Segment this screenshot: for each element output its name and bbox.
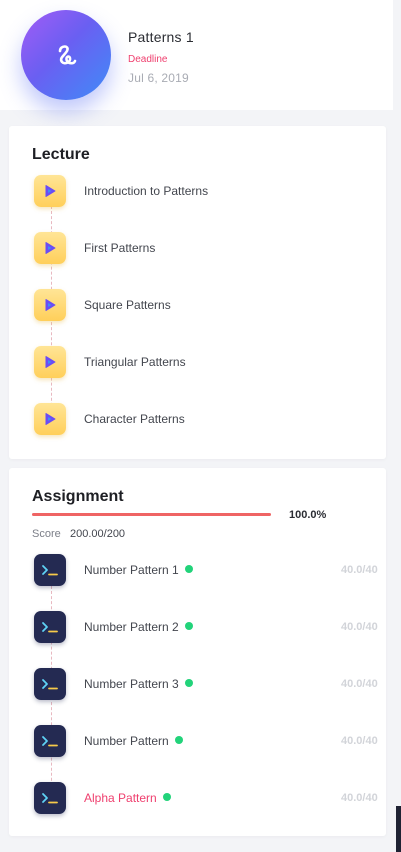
assignment-item[interactable]: Number Pattern 3 bbox=[84, 677, 193, 691]
completed-status-dot bbox=[174, 736, 183, 744]
assignment-item[interactable]: Number Pattern bbox=[84, 734, 183, 748]
course-title: Patterns 1 bbox=[128, 29, 194, 45]
deadline-label: Deadline bbox=[128, 54, 168, 65]
assignment-item-label: Number Pattern bbox=[84, 734, 169, 748]
assignment-progress-text: 100.0% bbox=[289, 509, 327, 521]
completed-status-dot bbox=[184, 679, 193, 687]
scrollbar-edge bbox=[396, 806, 401, 852]
assignment-item-score: 40.0/40 bbox=[341, 678, 378, 690]
assignment-title: Assignment bbox=[32, 488, 124, 505]
play-video-icon[interactable] bbox=[34, 289, 66, 321]
course-avatar bbox=[21, 10, 111, 100]
completed-status-dot bbox=[162, 793, 171, 801]
deadline-date: Jul 6, 2019 bbox=[128, 71, 189, 85]
lecture-item-label[interactable]: Character Patterns bbox=[84, 412, 185, 426]
completed-status-dot bbox=[184, 622, 193, 630]
play-video-icon[interactable] bbox=[34, 403, 66, 435]
assignment-item-label: Alpha Pattern bbox=[84, 791, 157, 805]
terminal-icon[interactable] bbox=[34, 782, 66, 814]
lecture-section: Lecture Introduction to Patterns First Pa… bbox=[9, 126, 386, 459]
assignment-item-label: Number Pattern 1 bbox=[84, 563, 179, 577]
score-value: 200.00/200 bbox=[70, 528, 126, 540]
lecture-item-label[interactable]: Triangular Patterns bbox=[84, 355, 186, 369]
assignment-item[interactable]: Alpha Pattern bbox=[84, 791, 171, 805]
assignment-item-score: 40.0/40 bbox=[341, 621, 378, 633]
lecture-title: Lecture bbox=[32, 146, 90, 163]
assignment-progress-bar bbox=[32, 513, 271, 516]
assignment-item-score: 40.0/40 bbox=[341, 735, 378, 747]
terminal-icon[interactable] bbox=[34, 725, 66, 757]
assignment-item-score: 40.0/40 bbox=[341, 792, 378, 804]
terminal-icon[interactable] bbox=[34, 668, 66, 700]
assignment-item-label: Number Pattern 3 bbox=[84, 677, 179, 691]
assignment-item-label: Number Pattern 2 bbox=[84, 620, 179, 634]
lecture-item-label[interactable]: First Patterns bbox=[84, 241, 155, 255]
terminal-icon[interactable] bbox=[34, 554, 66, 586]
squiggle-logo-icon bbox=[58, 45, 77, 65]
play-video-icon[interactable] bbox=[34, 346, 66, 378]
assignment-progress-fill bbox=[32, 513, 271, 516]
completed-status-dot bbox=[184, 565, 193, 573]
assignment-section: Assignment 100.0% Score 200.00/200 Numbe… bbox=[9, 468, 386, 836]
lecture-item-label[interactable]: Introduction to Patterns bbox=[84, 184, 208, 198]
assignment-item-score: 40.0/40 bbox=[341, 564, 378, 576]
lecture-item-label[interactable]: Square Patterns bbox=[84, 298, 171, 312]
terminal-icon[interactable] bbox=[34, 611, 66, 643]
play-video-icon[interactable] bbox=[34, 232, 66, 264]
play-video-icon[interactable] bbox=[34, 175, 66, 207]
assignment-item[interactable]: Number Pattern 1 bbox=[84, 563, 193, 577]
assignment-item[interactable]: Number Pattern 2 bbox=[84, 620, 193, 634]
course-header: Patterns 1 Deadline Jul 6, 2019 bbox=[0, 0, 393, 110]
score-label: Score bbox=[32, 528, 61, 540]
